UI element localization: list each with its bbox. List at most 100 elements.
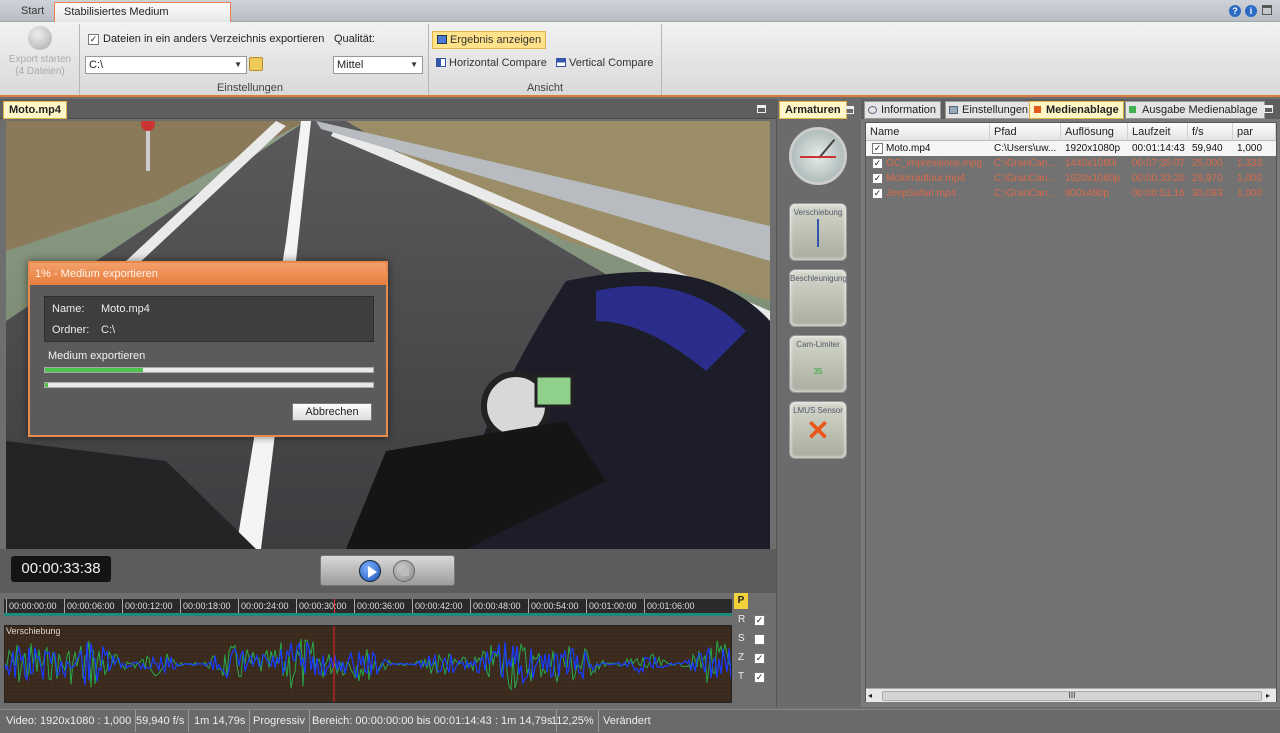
timecode-display: 00:00:33:38: [11, 556, 111, 582]
cell-dur: 00:07:35:07: [1132, 158, 1185, 169]
compass-gauge: [789, 127, 847, 185]
error-x-icon: ✕: [806, 415, 830, 446]
maximize-icon[interactable]: [845, 106, 854, 114]
track-toggle-checkbox[interactable]: ✓: [754, 653, 765, 664]
ribbon: Export starten (4 Dateien) ✓ Dateien in …: [0, 22, 1280, 97]
cancel-button[interactable]: Abbrechen: [292, 403, 372, 421]
scroll-left-icon[interactable]: ◂: [868, 691, 872, 700]
export-path-combo[interactable]: C:\ ▼: [85, 56, 247, 74]
timeline-tick: 00:00:42:00: [412, 599, 463, 613]
output-tab-icon: [1129, 106, 1136, 113]
restore-window-icon[interactable]: [1262, 5, 1272, 15]
help-icon[interactable]: ?: [1229, 5, 1241, 17]
tab-settings[interactable]: Einstellungen: [945, 101, 1034, 119]
status-duration: 1m 14,79s: [190, 710, 251, 732]
media-panel: Information Einstellungen Medienablage A…: [861, 99, 1280, 707]
table-row[interactable]: ✓ Moto.mp4 C:\Users\uw... 1920x1080p 00:01:1…: [866, 141, 1276, 156]
scroll-thumb[interactable]: III: [882, 691, 1262, 701]
dialog-name-label: Name:: [52, 303, 85, 315]
progress-bar-file: [44, 367, 374, 373]
quality-select[interactable]: Mittel ▼: [333, 56, 423, 74]
instruments-title: Armaturen: [779, 101, 847, 119]
export-progress-dialog: 1% - Medium exportieren Name: Moto.mp4 O…: [28, 261, 388, 437]
dialog-info-box: Name: Moto.mp4 Ordner: C:\: [44, 296, 374, 342]
gauge-label: Beschleunigung: [790, 274, 847, 283]
cell-dur: 00:00:51:16: [1132, 188, 1185, 199]
cam-limiter-value: 35: [813, 367, 823, 376]
status-scan: Progressiv: [249, 710, 310, 732]
status-state: Verändert: [603, 715, 651, 727]
instruments-panel: Armaturen Verschiebung Beschleunigung Ca…: [776, 99, 860, 707]
col-par[interactable]: par: [1233, 123, 1276, 141]
export-path-value: C:\: [89, 59, 104, 71]
row-checkbox[interactable]: ✓: [872, 188, 883, 199]
horizontal-scrollbar[interactable]: ◂ III ▸: [866, 688, 1276, 702]
table-row[interactable]: ✓ JeepSafari.mp4 C:\GranCan... 800x480p 00:0…: [866, 186, 1276, 201]
group-label-view: Ansicht: [526, 82, 564, 94]
cell-name: Motorradtour.mp4: [886, 173, 965, 184]
table-row[interactable]: ✓ GC_impressions.mpg C:\GranCan... 1440x108…: [866, 156, 1276, 171]
toggle-label: T: [738, 671, 745, 682]
export-start-button[interactable]: Export starten (4 Dateien): [4, 24, 76, 80]
quality-value: Mittel: [337, 59, 364, 71]
table-row[interactable]: ✓ Motorradtour.mp4 C:\GranCan... 1920x1080p…: [866, 171, 1276, 186]
track-toggle-checkbox[interactable]: ✓: [754, 615, 765, 626]
horizontal-compare-label: Horizontal Compare: [449, 57, 547, 69]
status-bar: Video: 1920x1080 : 1,000 59,940 f/s 1m 1…: [0, 709, 1280, 733]
gauge-verschiebung: Verschiebung: [789, 203, 847, 261]
col-path[interactable]: Pfad: [990, 123, 1061, 141]
timeline-ruler[interactable]: 00:00:00:00 00:00:06:00 00:00:12:00 00:00:1…: [4, 599, 732, 613]
row-checkbox[interactable]: ✓: [872, 143, 883, 154]
horizontal-compare-button[interactable]: Horizontal Compare: [432, 55, 551, 73]
playhead[interactable]: [334, 599, 335, 613]
cell-name: GC_impressions.mpg: [886, 158, 983, 169]
dialog-title: 1% - Medium exportieren: [30, 263, 386, 285]
col-name[interactable]: Name: [866, 123, 990, 141]
waveform-track[interactable]: Verschiebung: [4, 625, 732, 703]
col-duration[interactable]: Laufzeit: [1128, 123, 1188, 141]
quality-label: Qualität:: [334, 33, 375, 45]
show-result-button[interactable]: Ergebnis anzeigen: [432, 31, 547, 49]
play-button[interactable]: [359, 560, 381, 582]
vertical-compare-button[interactable]: Vertical Compare: [552, 55, 657, 73]
cell-res: 1920x1080p: [1065, 173, 1121, 184]
progress-fill-total: [45, 383, 49, 387]
gauge-label: LMUS Sensor: [793, 406, 843, 415]
tab-stabilized-export[interactable]: Stabilisiertes Medium exportieren: [54, 2, 231, 37]
export-other-dir-checkbox[interactable]: ✓: [88, 34, 99, 45]
status-range: Bereich: 00:00:00:00 bis 00:01:14:43 : 1…: [308, 710, 558, 732]
cell-dur: 00:01:14:43: [1132, 143, 1185, 154]
p-toggle[interactable]: P: [734, 593, 748, 609]
cell-fps: 59,940: [1192, 143, 1223, 154]
scroll-right-icon[interactable]: ▸: [1266, 691, 1270, 700]
export-start-label: Export starten: [8, 54, 72, 65]
chevron-down-icon: ▼: [234, 60, 242, 69]
timeline-tick: 00:00:54:00: [528, 599, 579, 613]
maximize-icon[interactable]: [1264, 105, 1273, 113]
tab-media-library[interactable]: Medienablage: [1029, 101, 1124, 119]
row-checkbox[interactable]: ✓: [872, 173, 883, 184]
track-toggle-checkbox[interactable]: ✓: [754, 672, 765, 683]
info-icon[interactable]: i: [1245, 5, 1257, 17]
ribbon-tab-strip: Start Stabilisiertes Medium exportieren …: [0, 0, 1280, 37]
settings-tab-icon: [949, 106, 958, 114]
col-resolution[interactable]: Auflösung: [1061, 123, 1128, 141]
group-divider: [428, 24, 429, 95]
export-other-dir-label: Dateien in ein anders Verzeichnis export…: [103, 33, 325, 45]
cell-par: 1,000: [1237, 143, 1263, 154]
record-icon: [28, 26, 52, 50]
monitor-icon: [437, 35, 447, 44]
crosshair-icon: [817, 219, 819, 247]
row-checkbox[interactable]: ✓: [872, 158, 883, 169]
track-toggle-checkbox[interactable]: [754, 634, 765, 645]
tab-start[interactable]: Start: [12, 2, 53, 22]
toggle-label: S: [738, 633, 745, 644]
col-fps[interactable]: f/s: [1188, 123, 1233, 141]
cell-dur: 00:00:33:20: [1132, 173, 1185, 184]
timeline-tick: 00:00:06:00: [64, 599, 115, 613]
folder-icon[interactable]: [249, 57, 263, 71]
stop-button[interactable]: [393, 560, 415, 582]
maximize-icon[interactable]: [757, 105, 766, 113]
tab-output-library[interactable]: Ausgabe Medienablage: [1125, 101, 1265, 119]
show-result-label: Ergebnis anzeigen: [450, 34, 542, 46]
